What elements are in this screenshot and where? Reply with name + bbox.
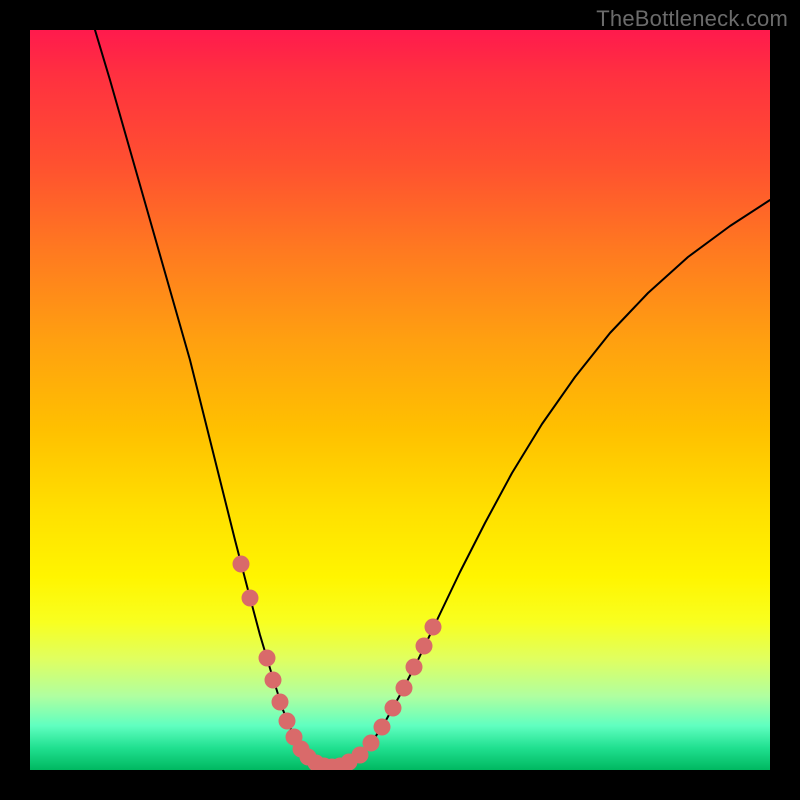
plot-area bbox=[30, 30, 770, 770]
bottleneck-curve bbox=[95, 30, 770, 767]
watermark-text: TheBottleneck.com bbox=[596, 6, 788, 32]
highlight-dots bbox=[233, 556, 442, 771]
curve-layer bbox=[30, 30, 770, 770]
chart-frame: TheBottleneck.com bbox=[0, 0, 800, 800]
